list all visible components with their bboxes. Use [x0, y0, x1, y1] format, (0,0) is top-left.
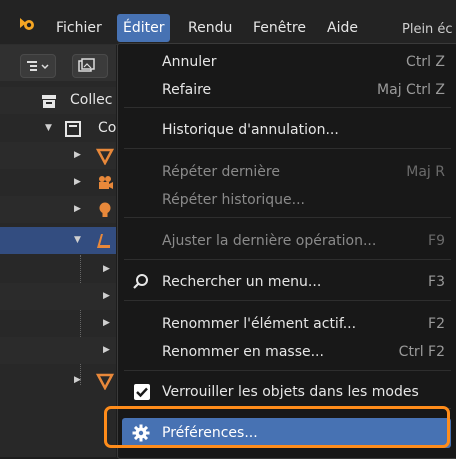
checkbox-checked[interactable] [134, 384, 150, 400]
collapse-arrow-icon[interactable]: ▶ [74, 177, 81, 187]
menu-item-batch-rename[interactable]: Renommer en masse... Ctrl F2 [118, 337, 456, 367]
shortcut-label: Ctrl Z [406, 54, 445, 70]
collapse-arrow-icon[interactable]: ▶ [103, 318, 110, 328]
menu-item-label: Historique d'annulation... [162, 122, 339, 138]
menu-fichier[interactable]: Fichier [50, 16, 108, 40]
menu-item-rename-active[interactable]: Renommer l'élément actif... F2 [118, 309, 456, 339]
outliner-header [0, 45, 116, 81]
outliner-row-light[interactable]: ▶ [0, 196, 116, 223]
menu-separator [124, 259, 451, 260]
outliner-row-scene-collection[interactable]: Collec [0, 87, 116, 114]
menu-item-label: Répéter historique... [162, 192, 306, 208]
collapse-arrow-icon[interactable]: ▶ [103, 264, 110, 274]
outliner-row-child[interactable]: ▶ [0, 337, 116, 364]
menu-separator [124, 148, 451, 149]
shortcut-label: F2 [428, 316, 445, 332]
collapse-arrow-icon[interactable]: ▶ [74, 204, 81, 214]
fullscreen-label[interactable]: Plein éc [402, 22, 453, 37]
shortcut-label: F3 [428, 274, 445, 290]
outliner-row-collection[interactable]: ▼ Co [0, 115, 116, 142]
menu-item-repeat-history[interactable]: Répéter historique... [118, 185, 456, 215]
armature-icon [97, 234, 110, 248]
menu-item-adjust-last-operation[interactable]: Ajuster la dernière opération... F9 [118, 226, 456, 256]
menu-editer[interactable]: Éditer [117, 14, 171, 42]
collection-box-icon [42, 95, 56, 108]
blender-logo-icon[interactable] [18, 16, 36, 32]
mesh-object-icon [96, 373, 114, 390]
menu-item-lock-object-modes[interactable]: Verrouiller les objets dans les modes [118, 377, 456, 407]
menu-separator [124, 217, 451, 218]
menu-item-label: Ajuster la dernière opération... [162, 233, 377, 249]
highlight-annotation-frame [104, 406, 450, 448]
menu-aide[interactable]: Aide [321, 16, 364, 40]
collection-icon [65, 121, 81, 137]
shortcut-label: Maj R [406, 164, 445, 180]
shortcut-label: Ctrl F2 [398, 344, 445, 360]
menu-fenetre[interactable]: Fenêtre [247, 16, 312, 40]
menu-rendu[interactable]: Rendu [182, 16, 238, 40]
menu-item-label: Renommer en masse... [162, 344, 324, 360]
menu-item-label: Répéter dernière [162, 164, 280, 180]
menu-item-search-menu[interactable]: Rechercher un menu... F3 [118, 267, 456, 297]
mesh-object-icon [96, 148, 114, 165]
filter-dropdown[interactable] [72, 54, 108, 78]
collapse-arrow-icon[interactable]: ▶ [103, 345, 110, 355]
menu-separator [124, 370, 451, 371]
collapse-arrow-icon[interactable]: ▶ [103, 291, 110, 301]
menu-separator [124, 107, 451, 108]
menu-item-redo[interactable]: Refaire Maj Ctrl Z [118, 75, 456, 105]
filter-image-icon [78, 58, 95, 72]
outliner-row-camera[interactable]: ▶ [0, 169, 116, 196]
outliner-row-child[interactable]: ▶ [0, 256, 116, 283]
outliner-panel: Collec ▼ Co ▶ ▶ ▶ ▼ ▶ ▶ ▶ ▶ ▶ [0, 45, 116, 457]
menu-item-label: Refaire [162, 82, 212, 98]
outliner-row-label: Collec [70, 92, 113, 108]
display-mode-dropdown[interactable] [20, 54, 56, 78]
outliner-row-label: Co [98, 120, 117, 136]
menu-item-label: Annuler [162, 54, 217, 70]
outliner-row-child[interactable]: ▶ [0, 283, 116, 310]
collapse-arrow-icon[interactable]: ▶ [74, 375, 81, 385]
collapse-arrow-icon[interactable]: ▶ [74, 150, 81, 160]
outliner-row-object[interactable]: ▶ [0, 367, 116, 394]
expand-arrow-icon[interactable]: ▼ [74, 235, 81, 245]
menu-item-repeat-last[interactable]: Répéter dernière Maj R [118, 157, 456, 187]
light-bulb-icon [99, 202, 111, 217]
search-icon [133, 274, 148, 289]
menu-item-label: Rechercher un menu... [162, 274, 322, 290]
menu-item-undo-history[interactable]: Historique d'annulation... [118, 115, 456, 145]
outliner-row-armature[interactable]: ▼ [0, 227, 116, 254]
menu-item-label: Renommer l'élément actif... [162, 316, 357, 332]
outliner-row-object[interactable]: ▶ [0, 142, 116, 169]
edit-menu-dropdown: Annuler Ctrl Z Refaire Maj Ctrl Z Histor… [117, 43, 456, 459]
outliner-view-icon [27, 61, 49, 71]
menu-item-undo[interactable]: Annuler Ctrl Z [118, 47, 456, 77]
menu-item-label: Verrouiller les objets dans les modes [162, 384, 419, 400]
checkmark-icon [136, 387, 148, 398]
outliner-row-child[interactable]: ▶ [0, 310, 116, 337]
shortcut-label: F9 [428, 233, 445, 249]
expand-arrow-icon[interactable]: ▼ [45, 123, 52, 133]
top-menu-bar: Fichier Éditer Rendu Fenêtre Aide Plein … [0, 0, 456, 45]
menu-separator [124, 300, 451, 301]
camera-icon [99, 176, 113, 189]
shortcut-label: Maj Ctrl Z [377, 82, 445, 98]
